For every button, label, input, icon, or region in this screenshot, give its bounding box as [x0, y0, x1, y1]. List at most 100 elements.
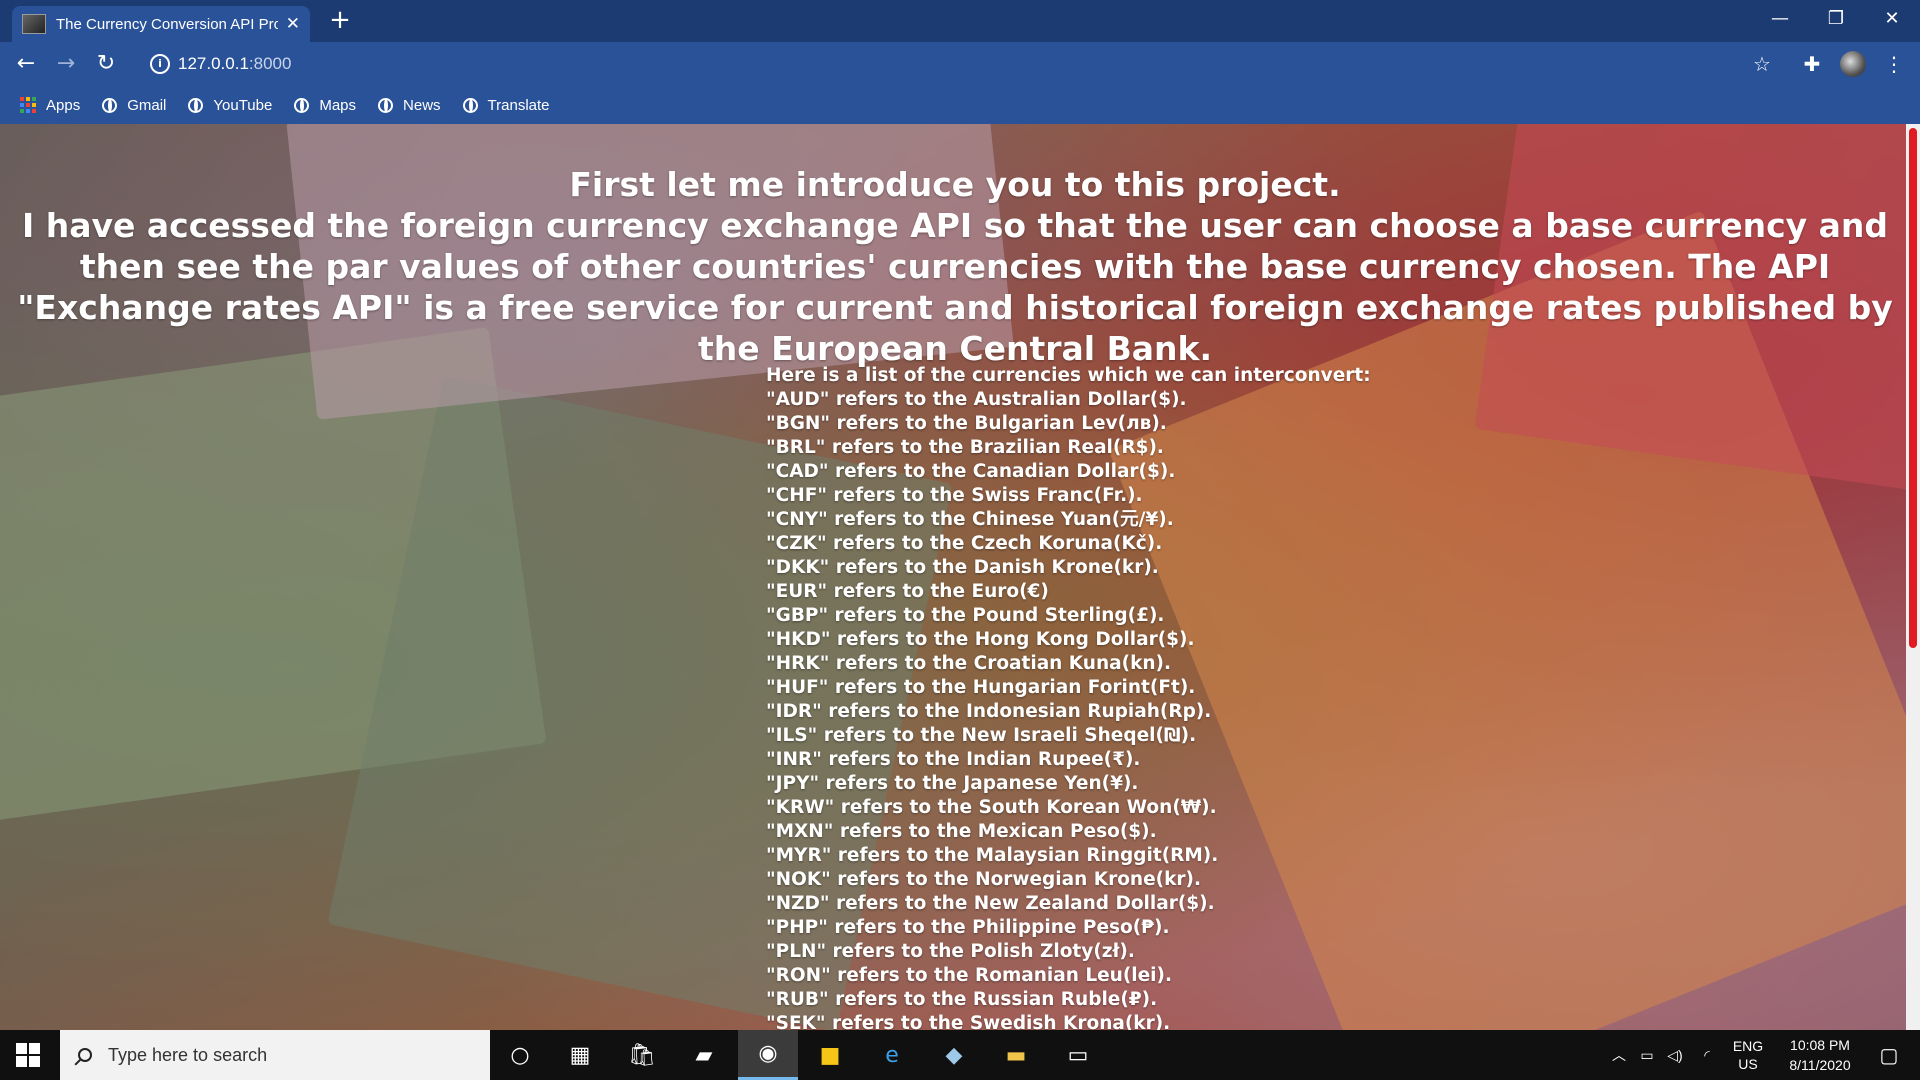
cortana-icon[interactable]: ○	[490, 1030, 550, 1080]
address-bar[interactable]: i 127.0.0.1:8000	[140, 47, 1770, 81]
currency-list-item: "KRW" refers to the South Korean Won(₩).	[766, 797, 1217, 818]
language-indicator[interactable]: ENG US	[1726, 1030, 1770, 1080]
currency-list-item: "PLN" refers to the Polish Zloty(zł).	[766, 941, 1135, 962]
extensions-icon[interactable]: ✚	[1796, 48, 1828, 80]
clock[interactable]: 10:08 PM 8/11/2020	[1776, 1030, 1864, 1080]
currency-list: Here is a list of the currencies which w…	[766, 364, 1766, 1030]
browser-toolbar: ← → ↻ i 127.0.0.1:8000 ☆ ✚ ⋮	[0, 42, 1920, 86]
chrome-icon[interactable]: ◉	[738, 1030, 798, 1080]
url-text: 127.0.0.1:8000	[178, 54, 292, 73]
currency-list-item: "CHF" refers to the Swiss Franc(Fr.).	[766, 485, 1143, 506]
currency-list-item: "RON" refers to the Romanian Leu(lei).	[766, 965, 1173, 986]
globe-icon	[378, 97, 394, 113]
currency-list-item: "MYR" refers to the Malaysian Ringgit(RM…	[766, 845, 1219, 866]
minimize-button[interactable]: —	[1752, 0, 1808, 38]
windows-taskbar: Type here to search ○ ▦ 🛍 ▰ ◉ ■ e ◆ ▬ ▭ …	[0, 1030, 1920, 1080]
battery-icon[interactable]: ▭	[1634, 1030, 1660, 1080]
currency-list-item: "BRL" refers to the Brazilian Real(R$).	[766, 437, 1164, 458]
volume-icon[interactable]: ◁)	[1662, 1030, 1688, 1080]
currency-list-item: "HKD" refers to the Hong Kong Dollar($).	[766, 629, 1195, 650]
currency-list-item: "NOK" refers to the Norwegian Krone(kr).	[766, 869, 1201, 890]
currency-list-item: "GBP" refers to the Pound Sterling(£).	[766, 605, 1165, 626]
currency-list-item: "IDR" refers to the Indonesian Rupiah(Rp…	[766, 701, 1212, 722]
wifi-icon[interactable]: ◜	[1694, 1030, 1720, 1080]
currency-list-heading: Here is a list of the currencies which w…	[766, 365, 1371, 386]
tab-close-icon[interactable]: ✕	[286, 14, 300, 34]
terminal-icon[interactable]: ▭	[1048, 1030, 1108, 1080]
bookmarks-bar: Apps Gmail YouTube Maps News Translate	[0, 86, 1920, 124]
profile-avatar[interactable]	[1840, 51, 1866, 77]
currency-list-item: "INR" refers to the Indian Rupee(₹).	[766, 749, 1141, 770]
search-icon	[78, 1048, 92, 1062]
bookmark-label: Translate	[487, 96, 550, 114]
currency-list-item: "PHP" refers to the Philippine Peso(₱).	[766, 917, 1170, 938]
globe-icon	[188, 97, 204, 113]
currency-list-item: "RUB" refers to the Russian Ruble(₽).	[766, 989, 1158, 1010]
new-tab-button[interactable]: +	[326, 6, 354, 36]
app-icon[interactable]: ▰	[674, 1030, 734, 1080]
clock-time: 10:08 PM	[1790, 1037, 1850, 1053]
currency-list-item: "AUD" refers to the Australian Dollar($)…	[766, 389, 1187, 410]
reload-button[interactable]: ↻	[88, 46, 124, 82]
clock-date: 8/11/2020	[1789, 1057, 1851, 1073]
bookmark-maps[interactable]: Maps	[294, 97, 356, 114]
notifications-icon[interactable]: ▢	[1864, 1030, 1914, 1080]
currency-list-item: "EUR" refers to the Euro(€)	[766, 581, 1049, 602]
browser-tab[interactable]: The Currency Conversion API Pro ✕	[12, 6, 310, 42]
intro-description: I have accessed the foreign currency exc…	[17, 206, 1893, 368]
app-icon[interactable]: ◆	[924, 1030, 984, 1080]
currency-list-item: "CZK" refers to the Czech Koruna(Kč).	[766, 533, 1163, 554]
page-scrollbar[interactable]	[1906, 124, 1920, 1030]
task-view-icon[interactable]: ▦	[550, 1030, 610, 1080]
store-icon[interactable]: 🛍	[612, 1030, 672, 1080]
bookmark-label: Maps	[319, 96, 357, 114]
currency-list-item: "DKK" refers to the Danish Krone(kr).	[766, 557, 1159, 578]
edge-icon[interactable]: e	[862, 1030, 922, 1080]
site-info-icon[interactable]: i	[150, 54, 170, 74]
bookmark-translate[interactable]: Translate	[462, 96, 550, 114]
currency-list-item: "JPY" refers to the Japanese Yen(¥).	[766, 773, 1139, 794]
page-viewport: First let me introduce you to this proje…	[0, 124, 1920, 1030]
currency-list-item: "NZD" refers to the New Zealand Dollar($…	[766, 893, 1215, 914]
region-code: US	[1738, 1056, 1758, 1072]
currency-list-item: "HUF" refers to the Hungarian Forint(Ft)…	[766, 677, 1196, 698]
restore-button[interactable]: ❐	[1808, 0, 1864, 38]
apps-grid-icon	[20, 97, 36, 113]
bookmark-label: Apps	[46, 96, 81, 114]
currency-list-item: "CAD" refers to the Canadian Dollar($).	[766, 461, 1176, 482]
file-explorer-icon[interactable]: ▬	[986, 1030, 1046, 1080]
taskbar-search-box[interactable]: Type here to search	[60, 1030, 490, 1080]
language-code: ENG	[1732, 1038, 1764, 1054]
scrollbar-thumb[interactable]	[1909, 128, 1917, 648]
sticky-notes-icon[interactable]: ■	[800, 1030, 860, 1080]
globe-icon	[102, 97, 118, 113]
search-placeholder: Type here to search	[108, 1044, 268, 1065]
currency-list-item: "ILS" refers to the New Israeli Sheqel(₪…	[766, 725, 1197, 746]
currency-list-item: "CNY" refers to the Chinese Yuan(元/¥).	[766, 509, 1174, 530]
globe-icon	[294, 97, 310, 113]
tab-title: The Currency Conversion API Pro	[56, 15, 278, 33]
close-window-button[interactable]: ✕	[1864, 0, 1920, 38]
bookmark-label: YouTube	[213, 96, 273, 114]
bookmark-label: News	[403, 96, 441, 114]
bookmark-label: Gmail	[127, 96, 167, 114]
currency-list-item: "MXN" refers to the Mexican Peso($).	[766, 821, 1157, 842]
bookmark-news[interactable]: News	[378, 97, 441, 114]
bookmark-apps[interactable]: Apps	[20, 97, 80, 114]
globe-icon	[462, 97, 478, 113]
intro-text: First let me introduce you to this proje…	[10, 164, 1900, 369]
show-hidden-icons-icon[interactable]: ︿	[1606, 1030, 1632, 1080]
windows-start-icon[interactable]	[16, 1043, 40, 1067]
tab-favicon-icon	[22, 14, 46, 34]
browser-titlebar: The Currency Conversion API Pro ✕ + — ❐ …	[0, 0, 1920, 42]
bookmark-youtube[interactable]: YouTube	[188, 97, 272, 114]
back-button[interactable]: ←	[8, 46, 44, 82]
bookmark-gmail[interactable]: Gmail	[102, 97, 166, 114]
forward-button[interactable]: →	[48, 46, 84, 82]
intro-heading: First let me introduce you to this proje…	[569, 165, 1341, 204]
bookmark-star-icon[interactable]: ☆	[1746, 48, 1778, 80]
menu-kebab-icon[interactable]: ⋮	[1878, 48, 1910, 80]
currency-list-item: "HRK" refers to the Croatian Kuna(kn).	[766, 653, 1172, 674]
currency-list-item: "SEK" refers to the Swedish Krona(kr).	[766, 1013, 1171, 1030]
currency-list-item: "BGN" refers to the Bulgarian Lev(лв).	[766, 413, 1167, 434]
